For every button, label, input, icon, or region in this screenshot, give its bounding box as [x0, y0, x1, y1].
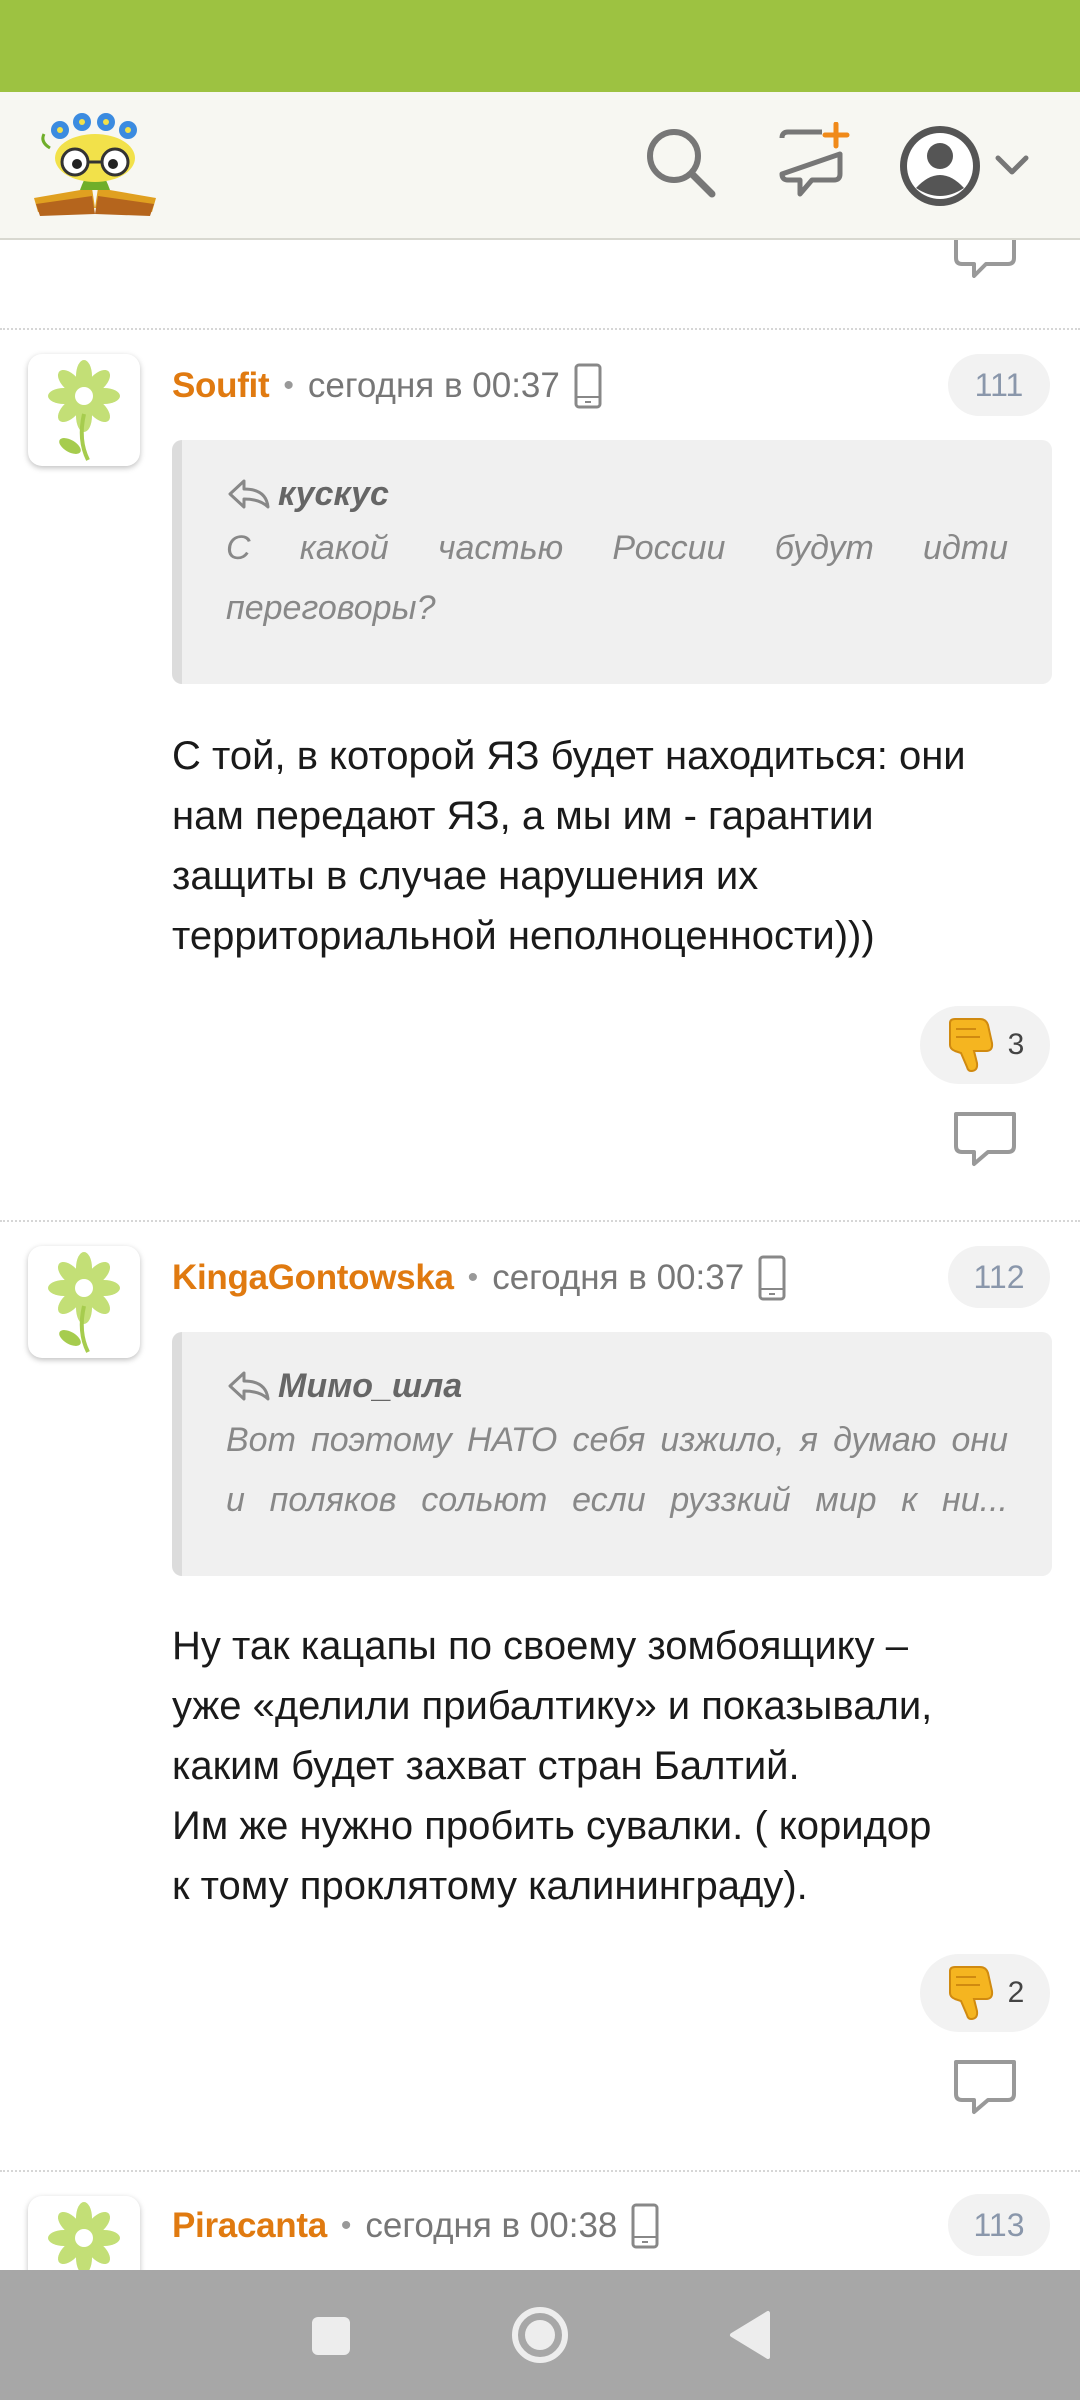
mobile-device-icon — [574, 363, 602, 409]
dislike-reaction[interactable]: 3 — [920, 1006, 1050, 1084]
comment-divider — [0, 328, 1080, 330]
quote-block[interactable]: Мимо_шла Вот поэтому НАТО себя изжило, я… — [172, 1332, 1052, 1576]
avatar[interactable] — [28, 2196, 140, 2270]
comment-number-badge[interactable]: 113 — [948, 2194, 1050, 2256]
quote-line: переговоры? — [226, 589, 436, 627]
comment-meta: KingaGontowska • сегодня в 00:37 — [172, 1250, 786, 1306]
comment-text-line: территориальной неполноценности))) — [172, 914, 875, 958]
mobile-device-icon — [758, 1255, 786, 1301]
comment-time: сегодня в 00:38 — [365, 2206, 618, 2245]
system-nav-bar — [0, 2270, 1080, 2400]
back-triangle-icon[interactable] — [710, 2295, 790, 2375]
dislike-reaction[interactable]: 2 — [920, 1954, 1050, 2032]
separator-dot: • — [283, 369, 294, 402]
quote-text: Вот поэтому НАТО себя изжило, я думаю он… — [226, 1410, 1008, 1530]
comment-number-badge[interactable]: 111 — [948, 354, 1050, 416]
quote-line: Вот поэтому НАТО себя изжило, я думаю он… — [226, 1421, 1008, 1459]
status-bar — [0, 0, 1080, 92]
author-name[interactable]: KingaGontowska — [172, 1258, 454, 1298]
comment-text-line: Им же нужно пробить сувалки. ( коридор — [172, 1804, 932, 1848]
quote-author: Мимо_шла — [278, 1366, 463, 1405]
comment-text-line: защиты в случае нарушения их — [172, 854, 759, 898]
avatar[interactable] — [28, 1246, 140, 1358]
search-icon[interactable] — [640, 122, 720, 202]
comment-meta: Piracanta • сегодня в 00:38 — [172, 2198, 659, 2254]
comment-text: С той, в которой ЯЗ будет находиться: он… — [172, 726, 1052, 966]
quote-line: и поляков сольют если руззкий мир к ни..… — [226, 1481, 1008, 1519]
quote-block[interactable]: кускус С какой частью России будут идти … — [172, 440, 1052, 684]
avatar[interactable] — [28, 354, 140, 466]
quote-author: кускус — [278, 474, 389, 513]
reaction-count: 2 — [1007, 1976, 1025, 2009]
profile-menu-button[interactable] — [898, 116, 1038, 216]
thumbs-down-icon — [946, 1965, 996, 2021]
reply-icon[interactable] — [952, 2058, 1018, 2116]
logo[interactable] — [30, 108, 160, 218]
home-circle-icon[interactable] — [500, 2295, 580, 2375]
quote-header: Мимо_шла — [226, 1362, 1008, 1410]
new-post-icon[interactable] — [772, 121, 852, 202]
quote-header: кускус — [226, 470, 1008, 518]
separator-dot: • — [467, 1261, 479, 1294]
comment-text-line: каким будет захват стран Балтий. — [172, 1744, 800, 1788]
comment-text-line: уже «делили прибалтику» и показывали, — [172, 1684, 933, 1728]
comment-number-badge[interactable]: 112 — [948, 1246, 1050, 1308]
comment-text-line: С той, в которой ЯЗ будет находиться: он… — [172, 734, 966, 778]
comment-text: Ну так кацапы по своему зомбоящику – уже… — [172, 1616, 1052, 1916]
author-name[interactable]: Piracanta — [172, 2206, 327, 2246]
author-name[interactable]: Soufit — [172, 366, 270, 406]
comment-meta: Soufit • сегодня в 00:37 — [172, 358, 602, 414]
reply-icon[interactable] — [952, 1110, 1018, 1168]
reply-arrow-icon — [226, 477, 272, 511]
reaction-count: 3 — [1007, 1028, 1025, 1061]
quote-line: С какой частью России будут идти — [226, 529, 1008, 567]
comment-text-line: Ну так кацапы по своему зомбоящику – — [172, 1624, 908, 1668]
comment-time: сегодня в 00:37 — [492, 1258, 745, 1297]
comment-text-line: нам передают ЯЗ, а мы им - гарантии — [172, 794, 874, 838]
app-header — [0, 92, 1080, 240]
thumbs-down-icon — [946, 1017, 996, 1073]
comment-divider — [0, 1220, 1080, 1222]
reply-icon[interactable] — [950, 240, 1020, 278]
recents-square-icon[interactable] — [290, 2295, 370, 2375]
quote-text: С какой частью России будут идти перегов… — [226, 518, 1008, 638]
comment-feed[interactable]: Soufit • сегодня в 00:37 111 кускус С ка… — [0, 240, 1080, 2270]
comment-text-line: к тому проклятому калининграду). — [172, 1864, 808, 1908]
reply-arrow-icon — [226, 1369, 272, 1403]
comment-divider — [0, 2170, 1080, 2172]
mobile-device-icon — [631, 2203, 659, 2249]
comment-time: сегодня в 00:37 — [307, 366, 560, 405]
separator-dot: • — [340, 2209, 352, 2242]
